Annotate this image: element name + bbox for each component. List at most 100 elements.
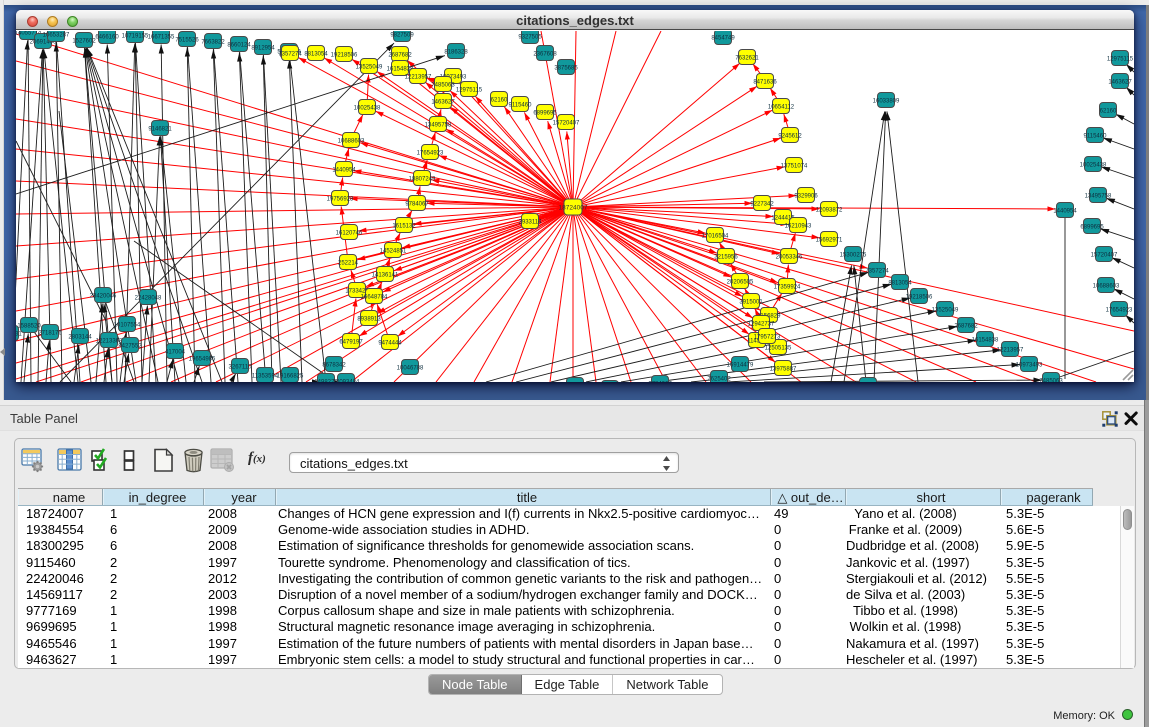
svg-text:10654112: 10654112 [768, 105, 795, 111]
svg-text:19218506: 19218506 [906, 295, 933, 301]
svg-text:12975115: 12975115 [456, 88, 483, 94]
svg-text:62160: 62160 [491, 98, 508, 104]
svg-text:7625402: 7625402 [707, 377, 731, 383]
svg-text:10719155: 10719155 [122, 34, 149, 40]
svg-text:20206505: 20206505 [727, 280, 754, 286]
svg-text:7632621: 7632621 [735, 56, 759, 62]
svg-text:15300275: 15300275 [840, 253, 867, 259]
svg-text:9827509: 9827509 [390, 33, 414, 39]
svg-text:10653287: 10653287 [43, 33, 70, 39]
svg-text:9784067: 9784067 [405, 202, 429, 208]
svg-text:16120746: 16120746 [336, 231, 363, 237]
svg-text:14524851: 14524851 [380, 249, 407, 255]
svg-text:23420046: 23420046 [90, 294, 117, 300]
svg-text:13525049: 13525049 [356, 65, 383, 71]
svg-text:8660124: 8660124 [227, 43, 251, 49]
svg-text:10688603: 10688603 [1093, 284, 1120, 290]
svg-text:7357274: 7357274 [865, 269, 889, 275]
svg-text:6466160: 6466160 [95, 35, 119, 41]
svg-text:8471636: 8471636 [753, 80, 777, 86]
svg-text:1463627: 1463627 [431, 100, 455, 106]
svg-text:11353594: 11353594 [252, 374, 279, 380]
svg-text:8186328: 8186328 [444, 50, 468, 56]
svg-text:15720407: 15720407 [1091, 253, 1118, 259]
svg-text:17359924: 17359924 [774, 285, 801, 291]
svg-text:12213957: 12213957 [997, 348, 1024, 354]
svg-text:12213957: 12213957 [405, 75, 432, 81]
svg-text:14093484: 14093484 [333, 380, 360, 383]
svg-text:252214: 252214 [338, 261, 359, 267]
svg-text:7485063: 7485063 [431, 83, 455, 89]
svg-text:9784067: 9784067 [648, 382, 672, 383]
svg-text:6899695: 6899695 [1080, 225, 1104, 231]
svg-text:10688603: 10688603 [338, 139, 365, 145]
svg-text:22428048: 22428048 [135, 296, 162, 302]
svg-text:8938913: 8938913 [357, 317, 381, 323]
svg-text:8813054: 8813054 [888, 281, 912, 287]
svg-text:10107554: 10107554 [114, 323, 141, 329]
svg-text:9474444: 9474444 [378, 341, 402, 347]
svg-text:3915001: 3915001 [739, 300, 763, 306]
svg-text:9327505: 9327505 [518, 35, 542, 41]
svg-text:1463627: 1463627 [1108, 80, 1132, 86]
svg-text:1527602: 1527602 [72, 39, 96, 45]
svg-text:9146821: 9146821 [148, 127, 172, 133]
svg-text:16033809: 16033809 [873, 99, 900, 105]
svg-text:10025438: 10025438 [354, 106, 381, 112]
svg-text:9329906: 9329906 [794, 194, 818, 200]
svg-text:19218506: 19218506 [331, 53, 358, 59]
svg-text:2718176: 2718176 [38, 331, 62, 337]
svg-text:1440954: 1440954 [332, 168, 356, 174]
svg-text:15720407: 15720407 [553, 121, 580, 127]
svg-text:12942737: 12942737 [748, 322, 775, 328]
svg-text:2687682: 2687682 [388, 53, 412, 59]
svg-text:2933114: 2933114 [519, 220, 543, 226]
svg-text:16914479: 16914479 [727, 363, 754, 369]
svg-text:2687682: 2687682 [954, 324, 978, 330]
svg-text:16648784: 16648784 [361, 295, 388, 301]
svg-text:62160: 62160 [1100, 109, 1117, 115]
svg-text:9115460: 9115460 [1084, 134, 1108, 140]
svg-text:9245612: 9245612 [778, 134, 802, 140]
svg-text:12975115: 12975115 [1107, 57, 1134, 63]
svg-text:1588520: 1588520 [17, 324, 41, 330]
svg-text:7485063: 7485063 [1039, 379, 1063, 383]
svg-text:8912954: 8912954 [251, 46, 275, 52]
svg-text:13495758: 13495758 [1085, 194, 1112, 200]
svg-text:13751074: 13751074 [781, 164, 808, 170]
svg-text:2367608: 2367608 [533, 52, 557, 58]
svg-text:9115460: 9115460 [509, 103, 533, 109]
svg-text:3875685: 3875685 [554, 66, 578, 72]
svg-text:8454749: 8454749 [711, 36, 735, 42]
svg-text:10046788: 10046788 [397, 366, 424, 372]
svg-text:12505135: 12505135 [765, 346, 792, 352]
svg-text:1615132: 1615132 [392, 224, 416, 230]
svg-text:3215956: 3215956 [714, 255, 738, 261]
svg-text:13495758: 13495758 [425, 123, 452, 129]
svg-text:19756928: 19756928 [327, 197, 354, 203]
svg-text:10973493: 10973493 [1016, 363, 1043, 369]
svg-text:12093872: 12093872 [816, 208, 843, 214]
svg-text:8678342: 8678342 [322, 363, 346, 369]
svg-text:2803144: 2803144 [68, 335, 92, 341]
svg-text:417004: 417004 [165, 350, 186, 356]
svg-text:17957273: 17957273 [754, 335, 781, 341]
svg-text:8813054: 8813054 [304, 52, 328, 58]
svg-text:20053346: 20053346 [776, 255, 803, 261]
svg-text:6479197: 6479197 [339, 340, 363, 346]
svg-text:9427552: 9427552 [118, 344, 142, 350]
svg-text:13525049: 13525049 [932, 308, 959, 314]
svg-text:18807249: 18807249 [409, 177, 436, 183]
svg-text:6899695: 6899695 [533, 111, 557, 117]
svg-text:3267110: 3267110 [229, 365, 253, 371]
svg-text:13975887: 13975887 [770, 367, 797, 373]
svg-text:17654923: 17654923 [1106, 308, 1133, 314]
svg-text:15692971: 15692971 [816, 238, 843, 244]
svg-text:10025438: 10025438 [1080, 163, 1107, 169]
svg-text:17016504: 17016504 [702, 234, 729, 240]
svg-text:7663822: 7663822 [201, 40, 225, 46]
svg-text:7515526: 7515526 [175, 38, 199, 44]
svg-text:19654985: 19654985 [189, 357, 216, 363]
svg-text:16210943: 16210943 [785, 224, 812, 230]
svg-text:1822031: 1822031 [16, 332, 22, 338]
